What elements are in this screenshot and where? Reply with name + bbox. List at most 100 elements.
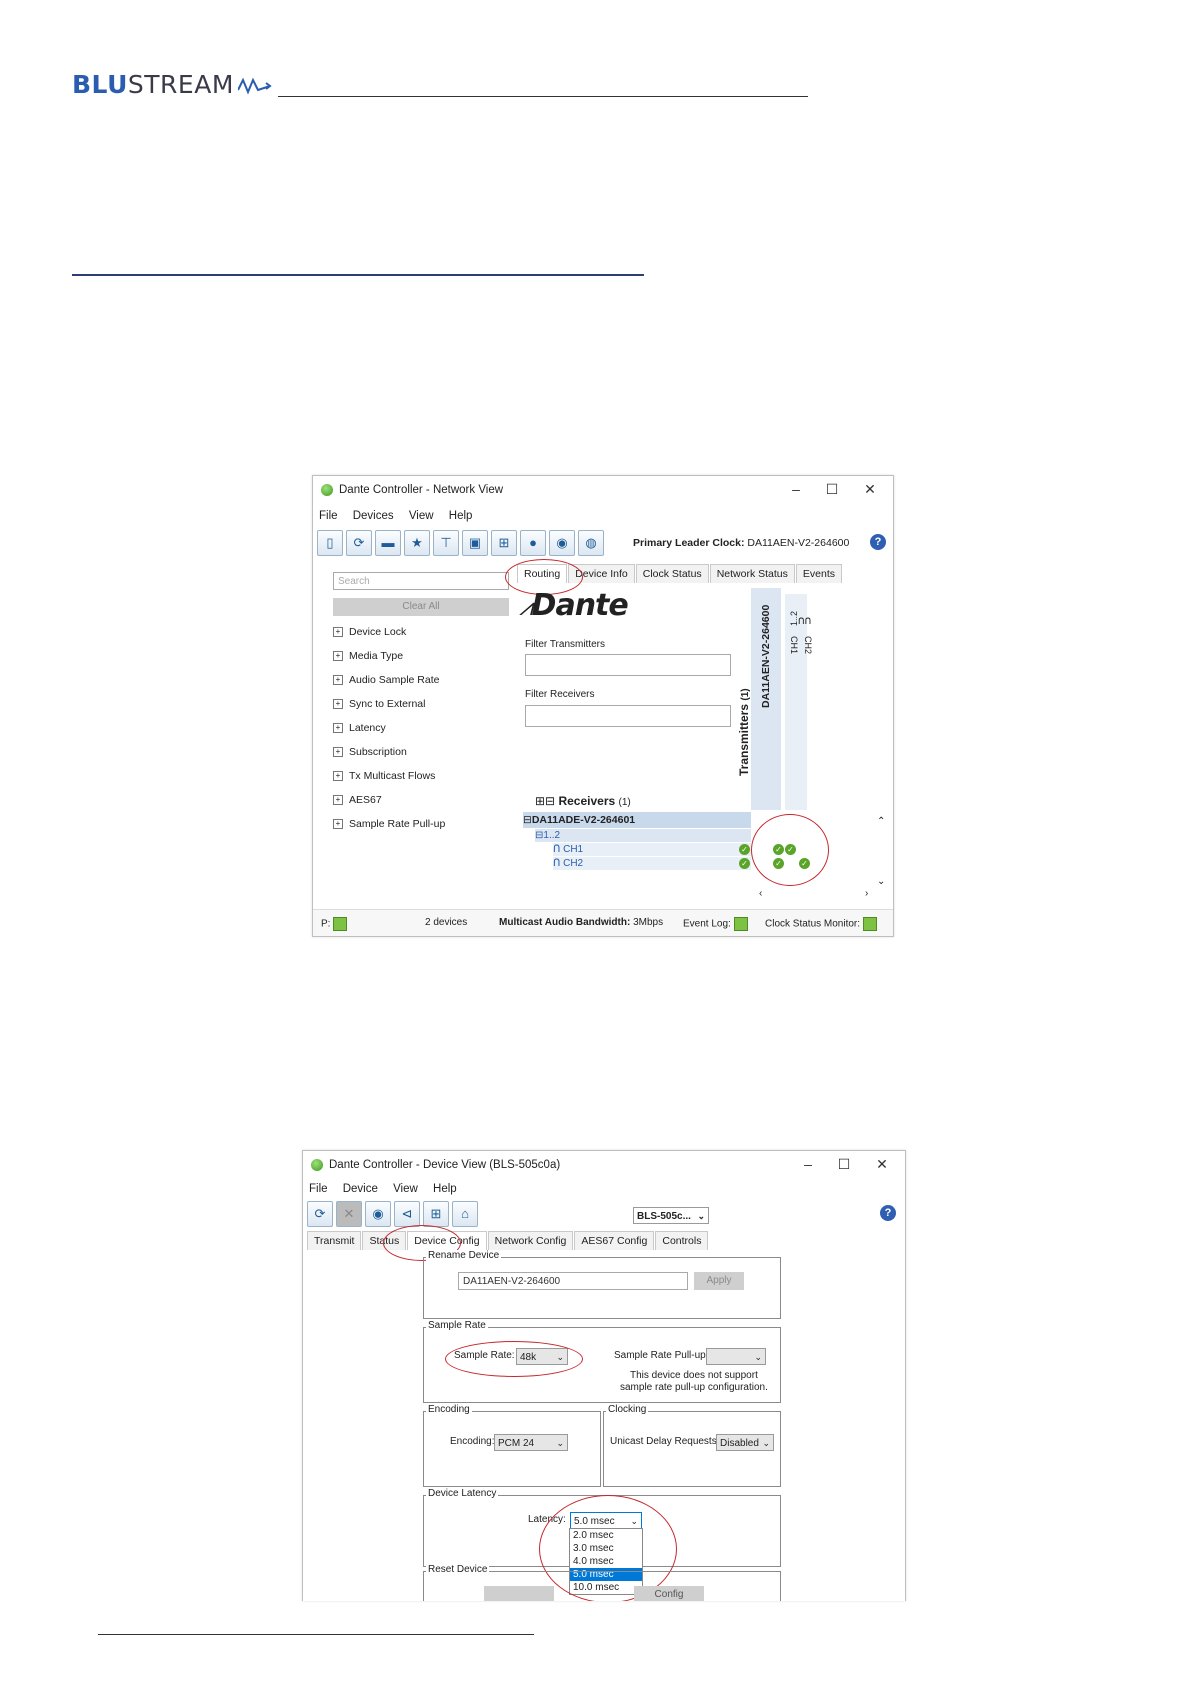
filter-transmitters-input[interactable] (525, 654, 731, 676)
refresh-icon[interactable]: ⟳ (307, 1201, 333, 1227)
device-name-input[interactable]: DA11AEN-V2-264600 (458, 1272, 688, 1290)
expand-icon[interactable]: + (333, 771, 343, 782)
reset-device-group: Reset Device Config (423, 1564, 781, 1601)
filter-item[interactable]: + AES67 (333, 794, 382, 806)
wave-arrow-icon (237, 77, 273, 95)
help-icon[interactable]: ? (870, 534, 886, 550)
menu-view[interactable]: View (393, 1183, 418, 1195)
rx-ch2-row[interactable]: ᑎ CH2 (553, 857, 751, 870)
expand-icon[interactable]: + (333, 723, 343, 734)
tab-transmit[interactable]: Transmit (307, 1231, 362, 1250)
clear-all-button[interactable]: Clear All (333, 598, 509, 616)
filter-item-label: Sample Rate Pull-up (349, 818, 446, 830)
globe-icon[interactable]: ◍ (578, 530, 604, 556)
menu-device[interactable]: Device (343, 1183, 378, 1195)
primary-leader-clock: Primary Leader Clock: DA11AEN-V2-264600 (633, 537, 850, 549)
clocking-group: Clocking Unicast Delay Requests: Disable… (603, 1404, 781, 1487)
share-icon[interactable]: ⊲ (394, 1201, 420, 1227)
event-log-indicator[interactable] (733, 917, 748, 931)
menu-file[interactable]: File (309, 1183, 328, 1195)
clear-config-button[interactable]: Config (634, 1586, 704, 1601)
filter-item[interactable]: + Sync to External (333, 698, 425, 710)
refresh-icon[interactable]: ⟳ (346, 530, 372, 556)
tab-network-status[interactable]: Network Status (709, 564, 795, 583)
filter-item[interactable]: + Device Lock (333, 626, 406, 638)
tab-network-config[interactable]: Network Config (487, 1231, 574, 1250)
filter-item-label: Audio Sample Rate (349, 674, 440, 686)
maximize-button[interactable]: ☐ (829, 1156, 859, 1174)
expand-icon[interactable]: + (333, 699, 343, 710)
menu-devices[interactable]: Devices (353, 510, 394, 522)
tab-events[interactable]: Events (795, 564, 842, 583)
status-bandwidth: Multicast Audio Bandwidth: 3Mbps (499, 917, 664, 928)
minimize-button[interactable]: – (781, 481, 811, 499)
clock-monitor-indicator[interactable] (862, 917, 877, 931)
menu-help[interactable]: Help (449, 510, 473, 522)
grid-icon[interactable]: ⊞ (423, 1201, 449, 1227)
rx-range-row[interactable]: ⊟1..2 (535, 829, 751, 842)
grid-icon[interactable]: ⊞ (491, 530, 517, 556)
rx-device-row[interactable]: ⊟DA11ADE-V2-264601 (523, 812, 751, 828)
device-select[interactable]: BLS-505c... ⌄ (633, 1207, 709, 1224)
tab-controls[interactable]: Controls (655, 1231, 709, 1250)
filter-item[interactable]: + Media Type (333, 650, 403, 662)
monitor-icon[interactable]: ▣ (462, 530, 488, 556)
rx-ch1-row[interactable]: ᑎ CH1 (553, 843, 751, 856)
help-icon[interactable]: ? (880, 1205, 896, 1221)
filter-receivers-label: Filter Receivers (525, 689, 595, 700)
scroll-right-icon[interactable]: › (865, 888, 868, 899)
menu-file[interactable]: File (319, 510, 338, 522)
reset-device-group-label: Reset Device (426, 1564, 490, 1575)
status-clock-monitor: Clock Status Monitor: (765, 917, 877, 931)
filter-receivers-input[interactable] (525, 705, 731, 727)
close-button[interactable]: ✕ (867, 1156, 897, 1174)
device-view-window: Dante Controller - Device View (BLS-505c… (302, 1150, 906, 1601)
panel-icon[interactable]: ▯ (317, 530, 343, 556)
tools-icon: ✕ (336, 1201, 362, 1227)
expand-icon[interactable]: + (333, 675, 343, 686)
close-button[interactable]: ✕ (855, 481, 885, 499)
star-icon[interactable]: ★ (404, 530, 430, 556)
reboot-button[interactable] (484, 1586, 554, 1601)
disk-icon[interactable]: ◉ (549, 530, 575, 556)
scroll-left-icon[interactable]: ‹ (759, 888, 762, 899)
tab-clock-status[interactable]: Clock Status (635, 564, 709, 583)
sample-rate-group-label: Sample Rate (426, 1320, 488, 1331)
search-input[interactable]: Search (333, 572, 509, 590)
title-bar: Dante Controller - Device View (BLS-505c… (303, 1151, 905, 1179)
encoding-group-label: Encoding (426, 1404, 472, 1415)
expand-icon[interactable]: + (333, 651, 343, 662)
window-title: Dante Controller - Network View (339, 484, 504, 496)
filter-item[interactable]: + Subscription (333, 746, 407, 758)
highlight-ring-sample-rate (445, 1341, 583, 1377)
tab-bar: Transmit Status Device Config Network Co… (307, 1231, 709, 1250)
tab-aes67-config[interactable]: AES67 Config (574, 1231, 655, 1250)
dante-app-icon (311, 1159, 323, 1171)
clocking-group-label: Clocking (606, 1404, 649, 1415)
filter-item[interactable]: + Tx Multicast Flows (333, 770, 435, 782)
pullup-select: ⌄ (706, 1348, 766, 1365)
encoding-select[interactable]: PCM 24 ⌄ (494, 1434, 568, 1451)
expand-icon[interactable]: + (333, 627, 343, 638)
filter-item-label: Subscription (349, 746, 407, 758)
menu-help[interactable]: Help (433, 1183, 457, 1195)
network-icon[interactable]: ⊤ (433, 530, 459, 556)
maximize-button[interactable]: ☐ (817, 481, 847, 499)
drop-icon[interactable]: ● (520, 530, 546, 556)
lock-icon[interactable]: ⌂ (452, 1201, 478, 1227)
expand-icon[interactable]: + (333, 747, 343, 758)
scroll-up-icon[interactable]: ⌃ (877, 816, 885, 827)
filter-item[interactable]: + Latency (333, 722, 386, 734)
apply-button[interactable]: Apply (694, 1272, 744, 1290)
unicast-delay-select[interactable]: Disabled ⌄ (716, 1434, 774, 1451)
expand-icon[interactable]: + (333, 795, 343, 806)
minimize-button[interactable]: – (793, 1156, 823, 1174)
scroll-down-icon[interactable]: ⌄ (877, 876, 885, 887)
filter-item[interactable]: + Audio Sample Rate (333, 674, 439, 686)
folder-icon[interactable]: ▬ (375, 530, 401, 556)
filter-item[interactable]: + Sample Rate Pull-up (333, 818, 445, 830)
expand-icon[interactable]: + (333, 819, 343, 830)
eye-icon[interactable]: ◉ (365, 1201, 391, 1227)
footer-rule (98, 1634, 534, 1635)
menu-view[interactable]: View (409, 510, 434, 522)
